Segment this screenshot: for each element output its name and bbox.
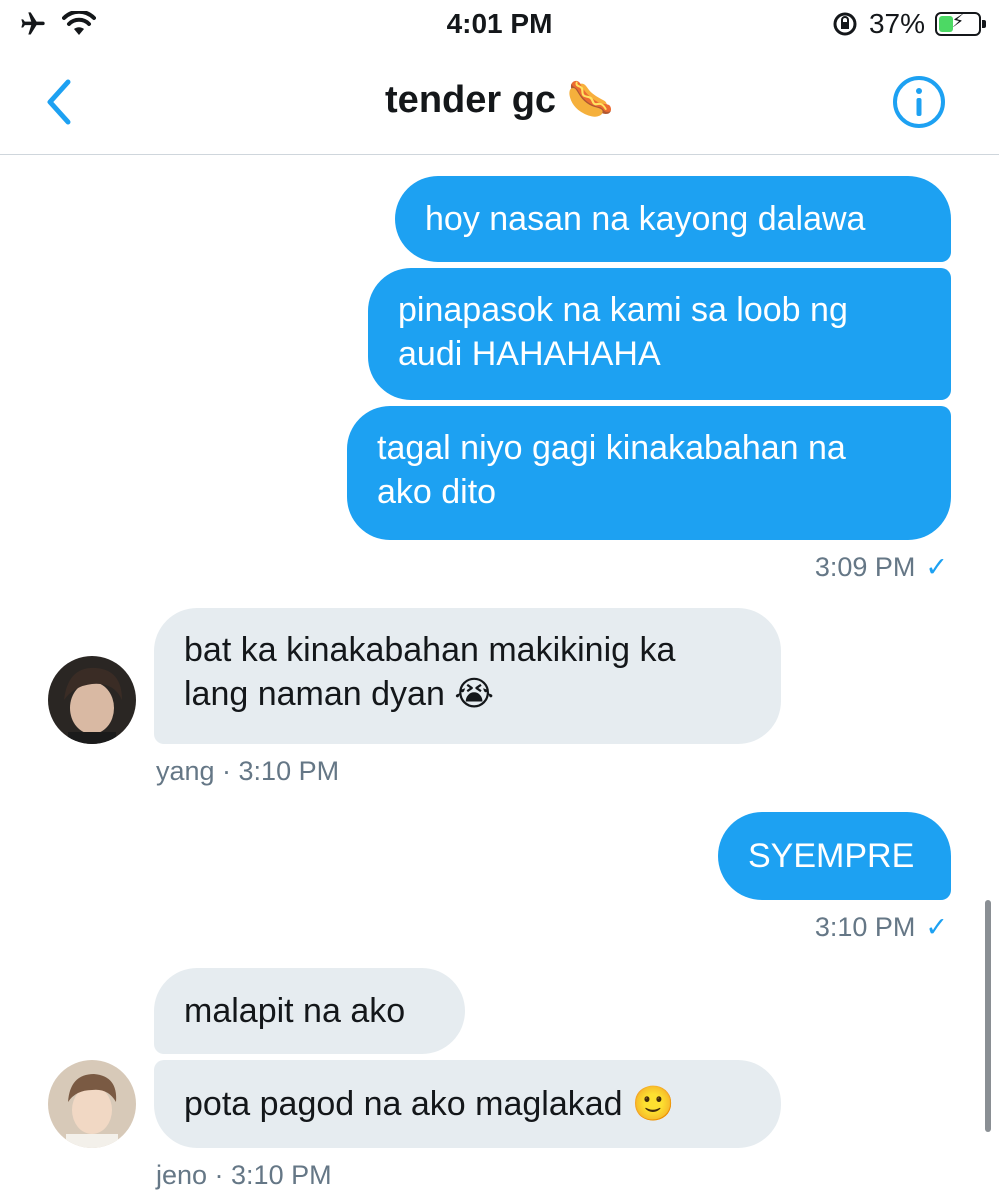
rotation-lock-icon bbox=[833, 12, 857, 36]
message-text-line: audi HAHAHAHA bbox=[398, 335, 661, 373]
message-bubble-outgoing[interactable]: pinapasok na kami sa loob ng audi HAHAHA… bbox=[368, 268, 951, 400]
message-text: SYEMPRE bbox=[748, 837, 915, 875]
status-bar: 4:01 PM 37% ⚡ bbox=[0, 0, 999, 50]
battery-charging-icon: ⚡ bbox=[935, 11, 986, 36]
message-text: hoy nasan na kayong dalawa bbox=[425, 200, 866, 238]
message-timestamp: 3:10 PM ✓ bbox=[700, 912, 948, 943]
message-bubble-outgoing[interactable]: SYEMPRE bbox=[718, 812, 951, 900]
scrollbar[interactable] bbox=[985, 900, 991, 1132]
message-text: pota pagod na ako maglakad 🙂 bbox=[184, 1085, 675, 1123]
info-icon[interactable] bbox=[891, 74, 947, 130]
message-text-line: pinapasok na kami sa loob ng bbox=[398, 291, 848, 329]
message-text-line: tagal niyo gagi kinakabahan na bbox=[377, 429, 846, 467]
message-timestamp: 3:09 PM ✓ bbox=[700, 552, 948, 583]
charging-bolt-icon: ⚡ bbox=[951, 11, 965, 31]
message-text-line: bat ka kinakabahan makikinig ka bbox=[184, 631, 676, 669]
read-check-icon: ✓ bbox=[925, 552, 948, 582]
avatar-yang[interactable] bbox=[48, 656, 136, 744]
message-text-line: ako dito bbox=[377, 473, 497, 511]
timestamp-text: 3:10 PM bbox=[814, 912, 916, 942]
avatar-jeno[interactable] bbox=[48, 1060, 136, 1148]
message-bubble-outgoing[interactable]: tagal niyo gagi kinakabahan na ako dito bbox=[347, 406, 951, 540]
status-right: 37% ⚡ bbox=[831, 8, 986, 40]
message-text-line: lang naman dyan 😭 bbox=[184, 675, 495, 713]
timestamp-text: 3:09 PM bbox=[814, 552, 916, 582]
avatar-image bbox=[48, 1060, 136, 1148]
conversation-title[interactable]: tender gc 🌭 bbox=[0, 78, 999, 122]
conversation-header: tender gc 🌭 bbox=[0, 50, 999, 155]
sender-timestamp: jeno · 3:10 PM bbox=[156, 1160, 332, 1190]
message-text: malapit na ako bbox=[184, 992, 406, 1030]
sender-timestamp: yang · 3:10 PM bbox=[156, 756, 340, 786]
avatar-image bbox=[48, 656, 136, 744]
message-bubble-outgoing[interactable]: hoy nasan na kayong dalawa bbox=[395, 176, 951, 262]
battery-percent: 37% bbox=[868, 8, 925, 39]
message-bubble-incoming[interactable]: malapit na ako bbox=[154, 968, 465, 1054]
message-bubble-incoming[interactable]: pota pagod na ako maglakad 🙂 bbox=[154, 1060, 781, 1148]
message-bubble-incoming[interactable]: bat ka kinakabahan makikinig ka lang nam… bbox=[154, 608, 781, 744]
read-check-icon: ✓ bbox=[925, 912, 948, 942]
